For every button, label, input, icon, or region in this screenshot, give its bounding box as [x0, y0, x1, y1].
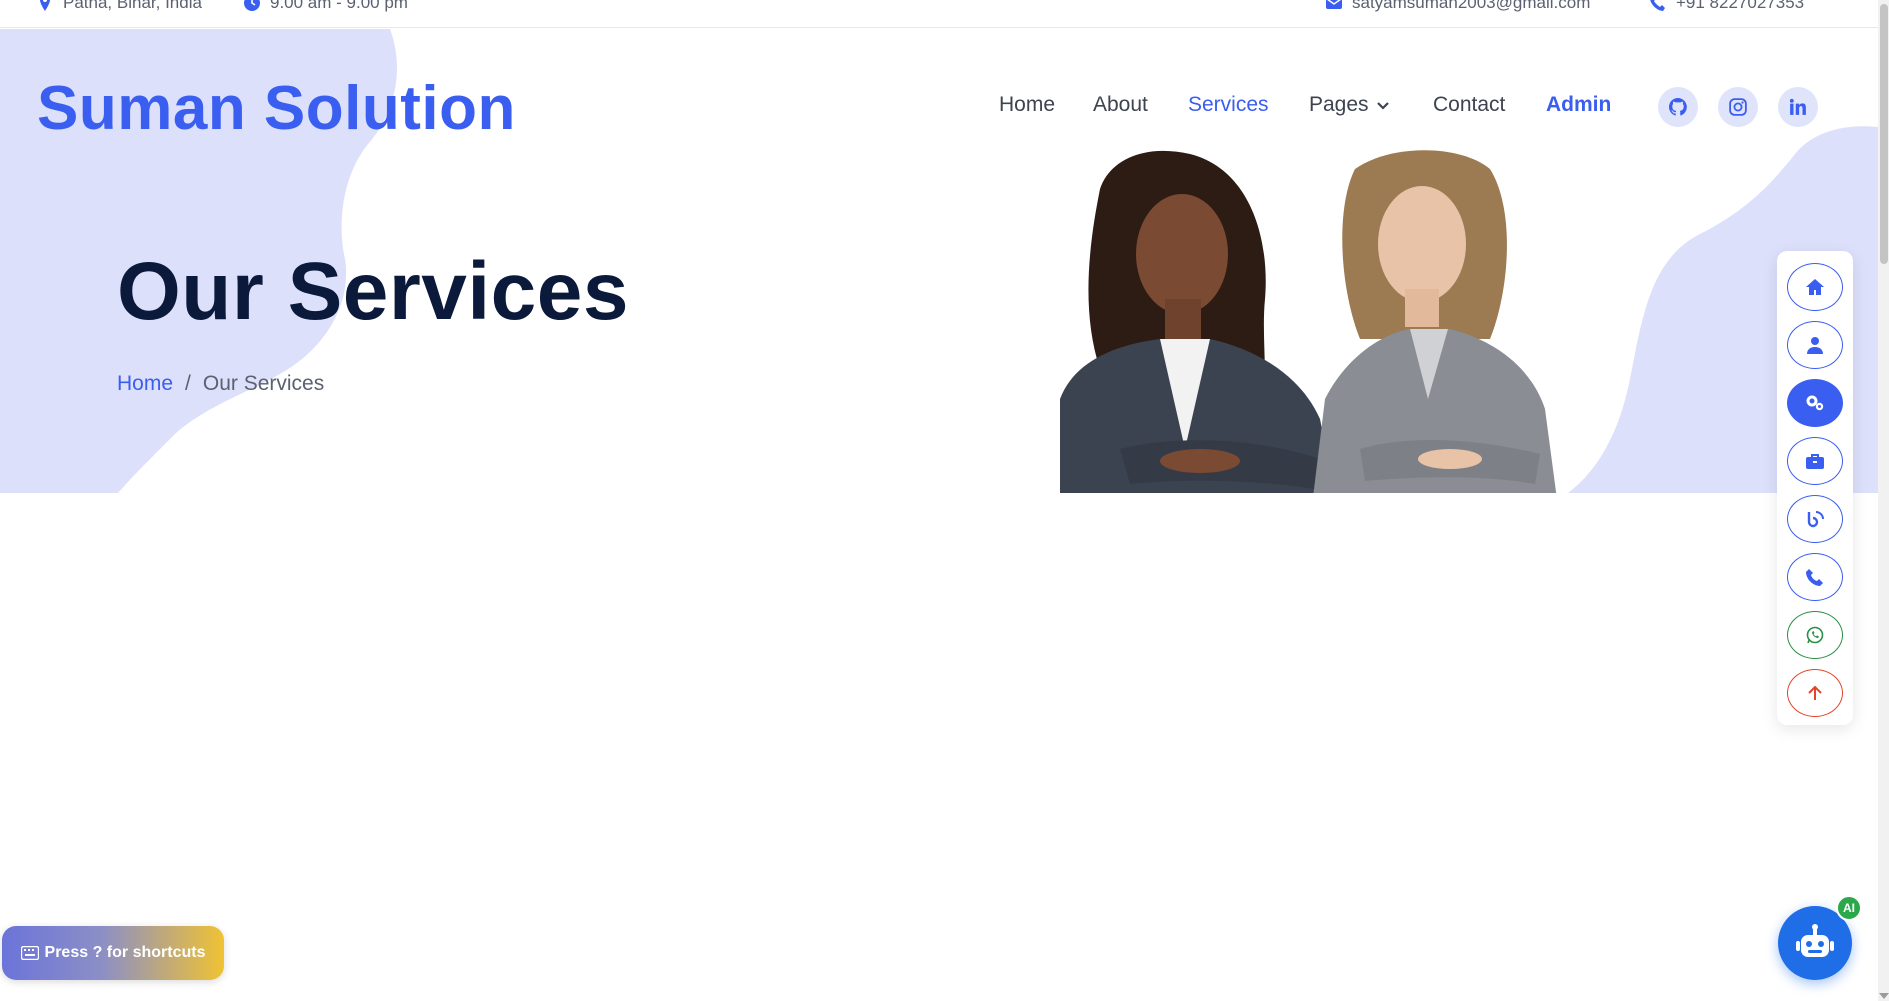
- robot-icon: [1796, 924, 1834, 957]
- gears-icon: [1806, 395, 1824, 411]
- email-text[interactable]: satyamsuman2003@gmail.com: [1352, 0, 1590, 13]
- breadcrumb: Home / Our Services: [117, 372, 324, 396]
- location-info: Patna, Bihar, India: [37, 0, 202, 14]
- github-icon: [1669, 98, 1687, 116]
- nav-contact[interactable]: Contact: [1433, 93, 1505, 117]
- dock-scroll-top-button[interactable]: [1787, 669, 1843, 717]
- whatsapp-icon: [1806, 626, 1824, 644]
- page-scrollbar[interactable]: [1878, 0, 1889, 1001]
- home-icon: [1806, 279, 1824, 295]
- nav-pages[interactable]: Pages: [1309, 93, 1391, 117]
- shortcuts-hint-button[interactable]: Press ? for shortcuts: [2, 926, 224, 980]
- phone-text[interactable]: +91 8227027353: [1676, 0, 1804, 13]
- github-link[interactable]: [1658, 87, 1698, 127]
- top-info-bar: Patna, Bihar, India 9.00 am - 9.00 pm sa…: [0, 0, 1889, 28]
- hours-info: 9.00 am - 9.00 pm: [244, 0, 408, 14]
- dock-home-button[interactable]: [1787, 263, 1843, 311]
- email-info[interactable]: satyamsuman2003@gmail.com: [1326, 0, 1590, 14]
- instagram-icon: [1729, 98, 1747, 116]
- breadcrumb-separator: /: [185, 372, 191, 395]
- linkedin-icon: [1789, 98, 1806, 115]
- dock-about-button[interactable]: [1787, 321, 1843, 369]
- nav-admin[interactable]: Admin: [1546, 93, 1611, 117]
- quick-nav-dock: [1777, 251, 1853, 725]
- phone-info[interactable]: +91 8227027353: [1650, 0, 1804, 14]
- shortcuts-hint-label: Press ? for shortcuts: [44, 944, 206, 961]
- dock-blog-button[interactable]: [1787, 495, 1843, 543]
- page-title: Our Services: [117, 246, 629, 337]
- scrollbar-thumb[interactable]: [1880, 4, 1888, 264]
- brand-logo[interactable]: Suman Solution: [37, 73, 516, 144]
- breadcrumb-home-link[interactable]: Home: [117, 372, 173, 396]
- keyboard-icon: [20, 946, 39, 960]
- envelope-icon: [1326, 0, 1342, 9]
- chevron-down-icon: [1376, 102, 1389, 111]
- instagram-link[interactable]: [1718, 87, 1758, 127]
- nav-about[interactable]: About: [1093, 93, 1148, 117]
- dock-contact-button[interactable]: [1787, 553, 1843, 601]
- nav-home[interactable]: Home: [999, 93, 1055, 117]
- dock-services-button[interactable]: [1787, 379, 1843, 427]
- location-text: Patna, Bihar, India: [63, 0, 202, 12]
- nav-services[interactable]: Services: [1188, 93, 1269, 117]
- scroll-down-arrow-icon[interactable]: [1879, 993, 1889, 999]
- blog-icon: [1807, 511, 1824, 528]
- linkedin-link[interactable]: [1778, 87, 1818, 127]
- page-header-hero: Suman Solution Home About Services Pages…: [0, 29, 1878, 493]
- nav-pages-label: Pages: [1309, 93, 1369, 116]
- hero-people-image: [1060, 150, 1557, 493]
- phone-icon: [1806, 569, 1823, 586]
- briefcase-icon: [1806, 454, 1824, 469]
- dock-portfolio-button[interactable]: [1787, 437, 1843, 485]
- phone-icon: [1650, 0, 1665, 11]
- hours-text: 9.00 am - 9.00 pm: [270, 0, 408, 12]
- arrow-up-icon: [1808, 685, 1822, 700]
- dock-whatsapp-button[interactable]: [1787, 611, 1843, 659]
- user-icon: [1807, 337, 1823, 354]
- map-pin-icon: [40, 0, 50, 11]
- clock-icon: [244, 0, 260, 11]
- ai-badge: AI: [1836, 895, 1862, 921]
- breadcrumb-current: Our Services: [202, 372, 325, 395]
